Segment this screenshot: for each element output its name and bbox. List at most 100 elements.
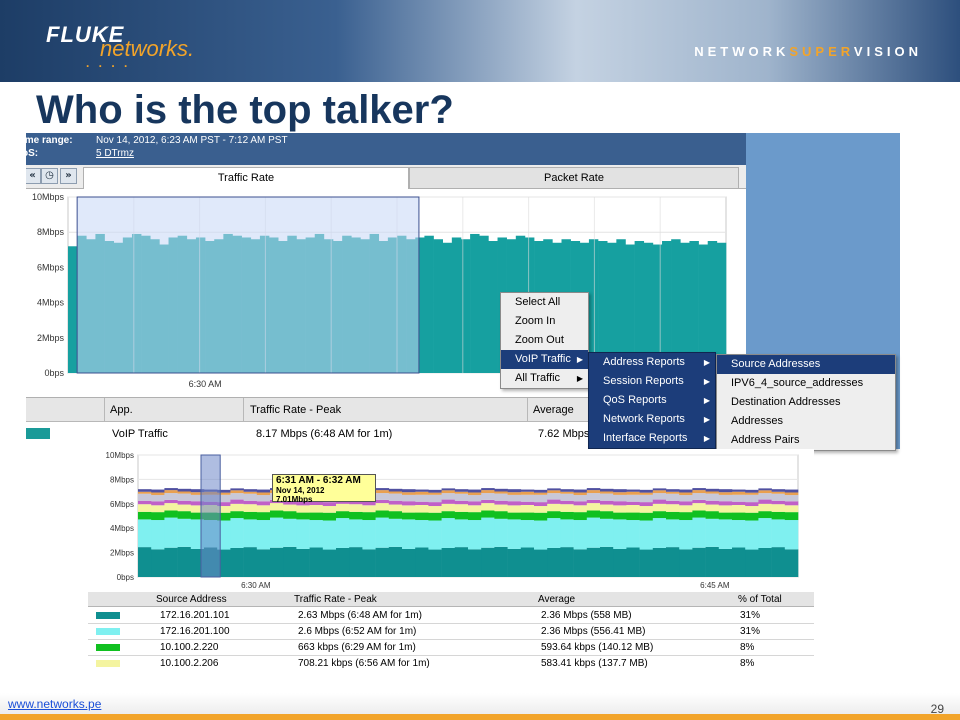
header-average[interactable]: Average (538, 592, 575, 607)
stacked-segment (494, 488, 508, 492)
stacked-segment (177, 491, 192, 494)
report-item-addresses[interactable]: Addresses (717, 412, 895, 431)
stacked-segment (349, 511, 363, 520)
forward-button[interactable]: » (60, 168, 77, 184)
header-pct-total[interactable]: % of Total (738, 592, 782, 607)
menu-item-zoom-in[interactable]: Zoom In (501, 312, 588, 331)
stacked-segment (164, 499, 178, 504)
stacked-segment (415, 501, 429, 505)
header-app[interactable]: App. (110, 398, 133, 422)
row-color-swatch (96, 628, 120, 635)
stacked-segment (639, 520, 654, 550)
stacked-segment (468, 492, 482, 496)
stacked-segment (771, 504, 786, 512)
table-row[interactable]: 172.16.201.101 2.63 Mbps (6:48 AM for 1m)… (88, 608, 814, 624)
tab-traffic-rate[interactable]: Traffic Rate (83, 167, 409, 189)
stacked-segment (362, 505, 376, 513)
header-traffic-peak[interactable]: Traffic Rate - Peak (294, 592, 377, 607)
tab-bar: « ◷ » Traffic Rate Packet Rate (26, 165, 746, 189)
y-tick-label: 8Mbps (37, 227, 65, 237)
header-source-address[interactable]: Source Address (156, 592, 227, 607)
stacked-segment (151, 520, 165, 550)
stacked-segment (613, 548, 627, 577)
tagline-super: SUPER (789, 44, 854, 59)
report-item-destination-addresses[interactable]: Destination Addresses (717, 393, 895, 412)
stacked-segment (296, 548, 310, 577)
source-address-chart[interactable]: 0bps 2Mbps 4Mbps 6Mbps 8Mbps 10Mbps 6:30 AM 6:4… (88, 449, 814, 591)
stacked-segment (151, 512, 165, 521)
stacked-segment (441, 493, 456, 500)
menu-item-select-all[interactable]: Select All (501, 293, 588, 312)
hover-highlight (200, 454, 221, 578)
footer-bar (0, 714, 960, 720)
row-color-swatch (26, 428, 50, 439)
stacked-segment (705, 546, 720, 577)
submenu-item-network-reports[interactable]: Network Reports ▶ (589, 410, 715, 429)
stacked-segment (507, 501, 522, 506)
stacked-segment (652, 490, 667, 494)
menu-item-voip-traffic[interactable]: VoIP Traffic ▶ (501, 350, 588, 369)
header-peak[interactable]: Traffic Rate - Peak (250, 398, 341, 422)
stacked-segment (177, 504, 192, 512)
stacked-segment (758, 547, 772, 577)
stacked-segment (402, 501, 416, 506)
address-reports-submenu: Source Addresses IPV6_4_source_addresses… (716, 354, 896, 451)
submenu-item-interface-reports[interactable]: Interface Reports ▶ (589, 429, 715, 448)
row-peak: 8.17 Mbps (6:48 AM for 1m) (256, 428, 393, 440)
qos-value[interactable]: 5 DTrmz (96, 148, 134, 159)
stacked-segment (336, 511, 350, 519)
stacked-segment (784, 549, 799, 577)
stacked-segment (441, 499, 456, 504)
stacked-segment (560, 491, 574, 494)
stacked-segment (428, 494, 442, 503)
table-row[interactable]: 10.100.2.220 663 kbps (6:29 AM for 1m) 593… (88, 640, 814, 656)
stacked-segment (613, 501, 627, 506)
stacked-segment (283, 518, 297, 547)
website-link[interactable]: www.networks.pe (8, 697, 101, 711)
stacked-segment (507, 519, 522, 549)
stacked-segment (732, 494, 746, 502)
row-app: VoIP Traffic (112, 428, 168, 440)
stacked-segment (639, 492, 654, 495)
stacked-segment (666, 493, 680, 501)
stacked-segment (388, 491, 403, 494)
stacked-segment (771, 493, 786, 501)
report-item-ipv6-source-addresses[interactable]: IPV6_4_source_addresses (717, 374, 895, 393)
stacked-segment (520, 547, 535, 577)
panel-header: ime range: Nov 14, 2012, 6:23 AM PST - 7… (26, 133, 746, 165)
submenu-item-address-reports[interactable]: Address Reports ▶ (589, 353, 715, 372)
stacked-segment (507, 548, 522, 577)
stacked-segment (230, 511, 244, 519)
menu-item-all-traffic[interactable]: All Traffic ▶ (501, 369, 588, 388)
row-average: 583.41 kbps (137.7 MB) (541, 658, 648, 669)
back-button[interactable]: « (26, 168, 41, 184)
table-row[interactable]: 172.16.201.100 2.6 Mbps (6:52 AM for 1m) 2… (88, 624, 814, 640)
stacked-segment (230, 488, 244, 491)
time-range-value[interactable]: Nov 14, 2012, 6:23 AM PST - 7:12 AM PST (96, 135, 288, 146)
header-average[interactable]: Average (533, 398, 574, 422)
stacked-segment (441, 490, 456, 494)
stacked-segment (494, 511, 508, 519)
tab-packet-rate[interactable]: Packet Rate (409, 167, 739, 189)
stacked-segment (705, 500, 720, 505)
submenu-item-session-reports[interactable]: Session Reports ▶ (589, 372, 715, 391)
submenu-arrow-icon: ▶ (576, 374, 583, 383)
stacked-segment (375, 547, 390, 577)
stacked-segment (600, 504, 614, 512)
menu-item-zoom-out[interactable]: Zoom Out (501, 331, 588, 350)
stacked-segment (454, 519, 469, 548)
report-item-source-addresses[interactable]: Source Addresses (717, 355, 895, 374)
submenu-item-qos-reports[interactable]: QoS Reports ▶ (589, 391, 715, 410)
stacked-segment (586, 488, 601, 491)
stacked-segment (468, 520, 482, 550)
report-item-address-pairs[interactable]: Address Pairs (717, 431, 895, 450)
stacked-segment (296, 512, 310, 520)
stacked-segment (679, 549, 693, 577)
table-row[interactable]: 10.100.2.206 708.21 kbps (6:56 AM for 1m)… (88, 656, 814, 669)
stacked-segment (758, 518, 772, 548)
stacked-segment (270, 517, 284, 548)
stacked-segment (375, 488, 390, 491)
context-menu: Select All Zoom In Zoom Out VoIP Traffic… (500, 292, 589, 389)
stacked-segment (718, 519, 733, 549)
clock-icon[interactable]: ◷ (41, 168, 58, 184)
